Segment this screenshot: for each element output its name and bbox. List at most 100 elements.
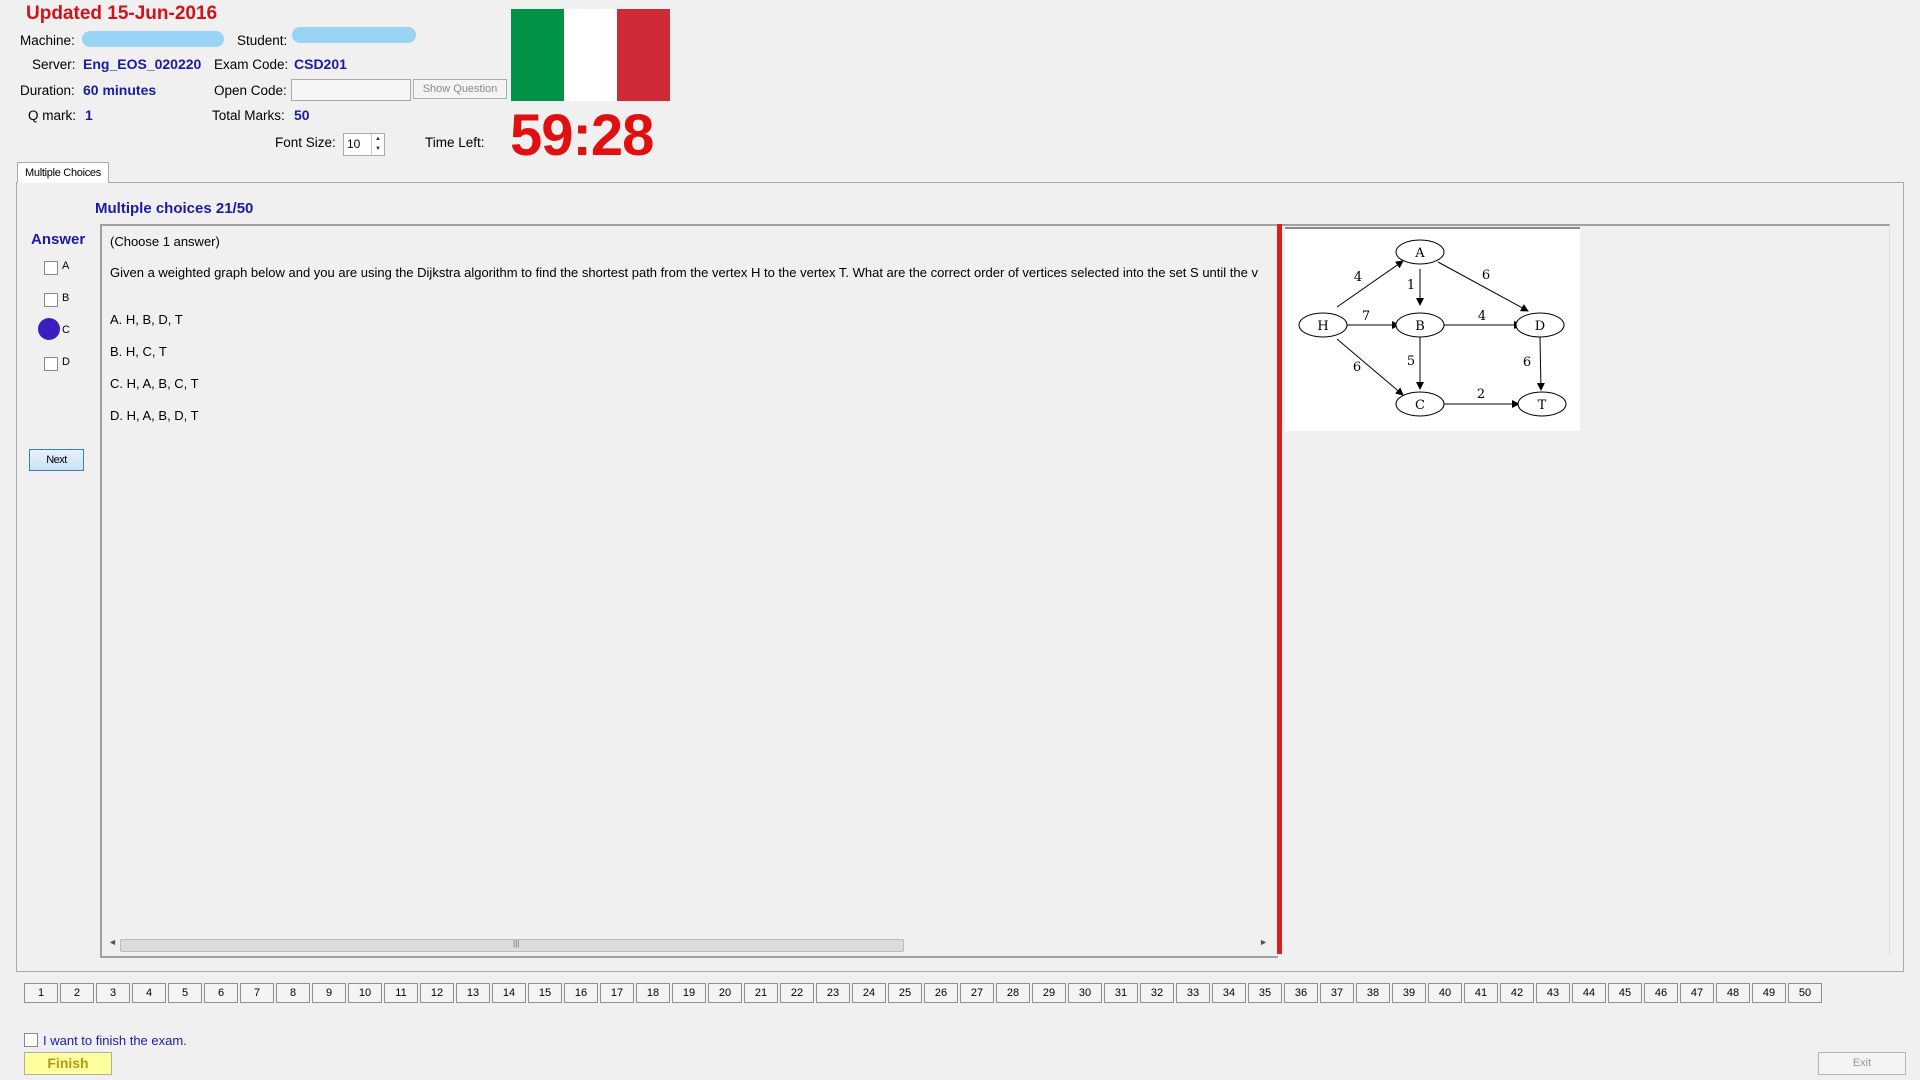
qmark-value: 1 — [85, 107, 93, 123]
finish-exam-label: I want to finish the exam. — [43, 1033, 187, 1048]
question-navigation: 1 2 3 4 5 6 7 8 9 10 11 12 13 14 15 16 17 18 19 20 21 22 23 24 2… — [24, 983, 1822, 1003]
question-nav-button[interactable]: 45 — [1608, 983, 1642, 1003]
question-nav-button[interactable]: 41 — [1464, 983, 1498, 1003]
open-code-label: Open Code: — [214, 83, 287, 98]
answer-checkbox-c-selected[interactable] — [38, 318, 60, 340]
question-nav-button[interactable]: 46 — [1644, 983, 1678, 1003]
question-nav-button[interactable]: 24 — [852, 983, 886, 1003]
question-nav-button[interactable]: 40 — [1428, 983, 1462, 1003]
finish-button[interactable]: Finish — [24, 1052, 112, 1075]
time-left-label: Time Left: — [425, 135, 485, 150]
student-value-redacted — [292, 27, 416, 43]
show-question-button[interactable]: Show Question — [413, 79, 507, 99]
edge-weight: 5 — [1407, 354, 1415, 369]
question-nav-button[interactable]: 33 — [1176, 983, 1210, 1003]
question-nav-button[interactable]: 26 — [924, 983, 958, 1003]
question-nav-button[interactable]: 17 — [600, 983, 634, 1003]
countdown-timer: 59:28 — [510, 103, 654, 168]
italy-flag-icon — [511, 9, 670, 101]
edge-weight: 6 — [1353, 360, 1361, 375]
question-nav-button[interactable]: 1 — [24, 983, 58, 1003]
question-nav-button[interactable]: 30 — [1068, 983, 1102, 1003]
answer-label-d: D — [62, 356, 70, 368]
question-nav-button[interactable]: 2 — [60, 983, 94, 1003]
question-nav-button[interactable]: 7 — [240, 983, 274, 1003]
next-button[interactable]: Next — [29, 449, 84, 471]
answer-checkbox-d[interactable] — [44, 357, 58, 371]
option-b: B. H, C, T — [110, 344, 167, 359]
question-nav-button[interactable]: 29 — [1032, 983, 1066, 1003]
node-label: B — [1415, 319, 1425, 334]
duration-label: Duration: — [20, 83, 75, 98]
exit-button[interactable]: Exit — [1818, 1052, 1906, 1075]
machine-label: Machine: — [20, 33, 75, 48]
scroll-right-icon[interactable]: ► — [1259, 937, 1268, 947]
question-nav-button[interactable]: 6 — [204, 983, 238, 1003]
finish-exam-checkbox[interactable] — [24, 1033, 38, 1047]
question-nav-button[interactable]: 12 — [420, 983, 454, 1003]
open-code-input[interactable] — [291, 79, 411, 101]
edge-weight: 1 — [1407, 278, 1415, 293]
question-nav-button[interactable]: 42 — [1500, 983, 1534, 1003]
question-nav-button[interactable]: 36 — [1284, 983, 1318, 1003]
answer-label-b: B — [62, 292, 70, 304]
question-nav-button[interactable]: 28 — [996, 983, 1030, 1003]
horizontal-scrollbar[interactable]: ◄ ||| ► — [106, 937, 1270, 952]
question-nav-button[interactable]: 5 — [168, 983, 202, 1003]
question-nav-button[interactable]: 35 — [1248, 983, 1282, 1003]
font-size-label: Font Size: — [275, 135, 336, 150]
stepper-arrows-icon[interactable]: ▲ ▼ — [371, 134, 384, 155]
scrollbar-thumb[interactable]: ||| — [120, 939, 904, 952]
question-nav-button[interactable]: 27 — [960, 983, 994, 1003]
question-nav-button[interactable]: 22 — [780, 983, 814, 1003]
updated-date: Updated 15-Jun-2016 — [26, 3, 218, 24]
question-nav-button[interactable]: 48 — [1716, 983, 1750, 1003]
question-nav-button[interactable]: 16 — [564, 983, 598, 1003]
total-marks-value: 50 — [294, 107, 310, 123]
question-nav-button[interactable]: 8 — [276, 983, 310, 1003]
question-nav-button[interactable]: 32 — [1140, 983, 1174, 1003]
question-nav-button[interactable]: 34 — [1212, 983, 1246, 1003]
question-nav-button[interactable]: 23 — [816, 983, 850, 1003]
question-nav-button[interactable]: 20 — [708, 983, 742, 1003]
question-nav-button[interactable]: 44 — [1572, 983, 1606, 1003]
question-instruction: (Choose 1 answer) — [110, 234, 220, 249]
question-nav-button[interactable]: 14 — [492, 983, 526, 1003]
edge-weight: 6 — [1523, 355, 1531, 370]
node-label: H — [1317, 319, 1328, 334]
question-nav-button[interactable]: 38 — [1356, 983, 1390, 1003]
question-nav-button[interactable]: 31 — [1104, 983, 1138, 1003]
question-nav-button[interactable]: 39 — [1392, 983, 1426, 1003]
question-nav-button[interactable]: 50 — [1788, 983, 1822, 1003]
answer-label-a: A — [62, 260, 70, 272]
question-nav-button[interactable]: 15 — [528, 983, 562, 1003]
question-nav-button[interactable]: 19 — [672, 983, 706, 1003]
graph-svg: 4 1 6 7 4 6 5 6 2 A H B D C T — [1298, 239, 1567, 417]
question-nav-button[interactable]: 11 — [384, 983, 418, 1003]
scroll-left-icon[interactable]: ◄ — [108, 937, 117, 947]
question-nav-button[interactable]: 13 — [456, 983, 490, 1003]
total-marks-label: Total Marks: — [212, 108, 285, 123]
node-label: T — [1538, 398, 1547, 413]
question-nav-button[interactable]: 37 — [1320, 983, 1354, 1003]
edge-weight: 4 — [1354, 270, 1362, 285]
question-nav-button[interactable]: 10 — [348, 983, 382, 1003]
question-nav-button[interactable]: 25 — [888, 983, 922, 1003]
question-counter: Multiple choices 21/50 — [95, 200, 254, 217]
question-nav-button[interactable]: 4 — [132, 983, 166, 1003]
question-nav-button[interactable]: 21 — [744, 983, 778, 1003]
question-nav-button[interactable]: 47 — [1680, 983, 1714, 1003]
tab-multiple-choices[interactable]: Multiple Choices — [17, 162, 109, 183]
weighted-graph-image: 4 1 6 7 4 6 5 6 2 A H B D C T — [1285, 227, 1580, 431]
question-nav-button[interactable]: 18 — [636, 983, 670, 1003]
question-nav-button[interactable]: 9 — [312, 983, 346, 1003]
answer-checkbox-b[interactable] — [44, 293, 58, 307]
question-nav-button[interactable]: 49 — [1752, 983, 1786, 1003]
font-size-stepper[interactable]: 10 ▲ ▼ — [343, 133, 385, 156]
edge-weight: 2 — [1477, 387, 1485, 402]
option-d: D. H, A, B, D, T — [110, 408, 199, 423]
edge-weight: 4 — [1478, 309, 1486, 324]
question-nav-button[interactable]: 3 — [96, 983, 130, 1003]
question-nav-button[interactable]: 43 — [1536, 983, 1570, 1003]
answer-checkbox-a[interactable] — [44, 261, 58, 275]
